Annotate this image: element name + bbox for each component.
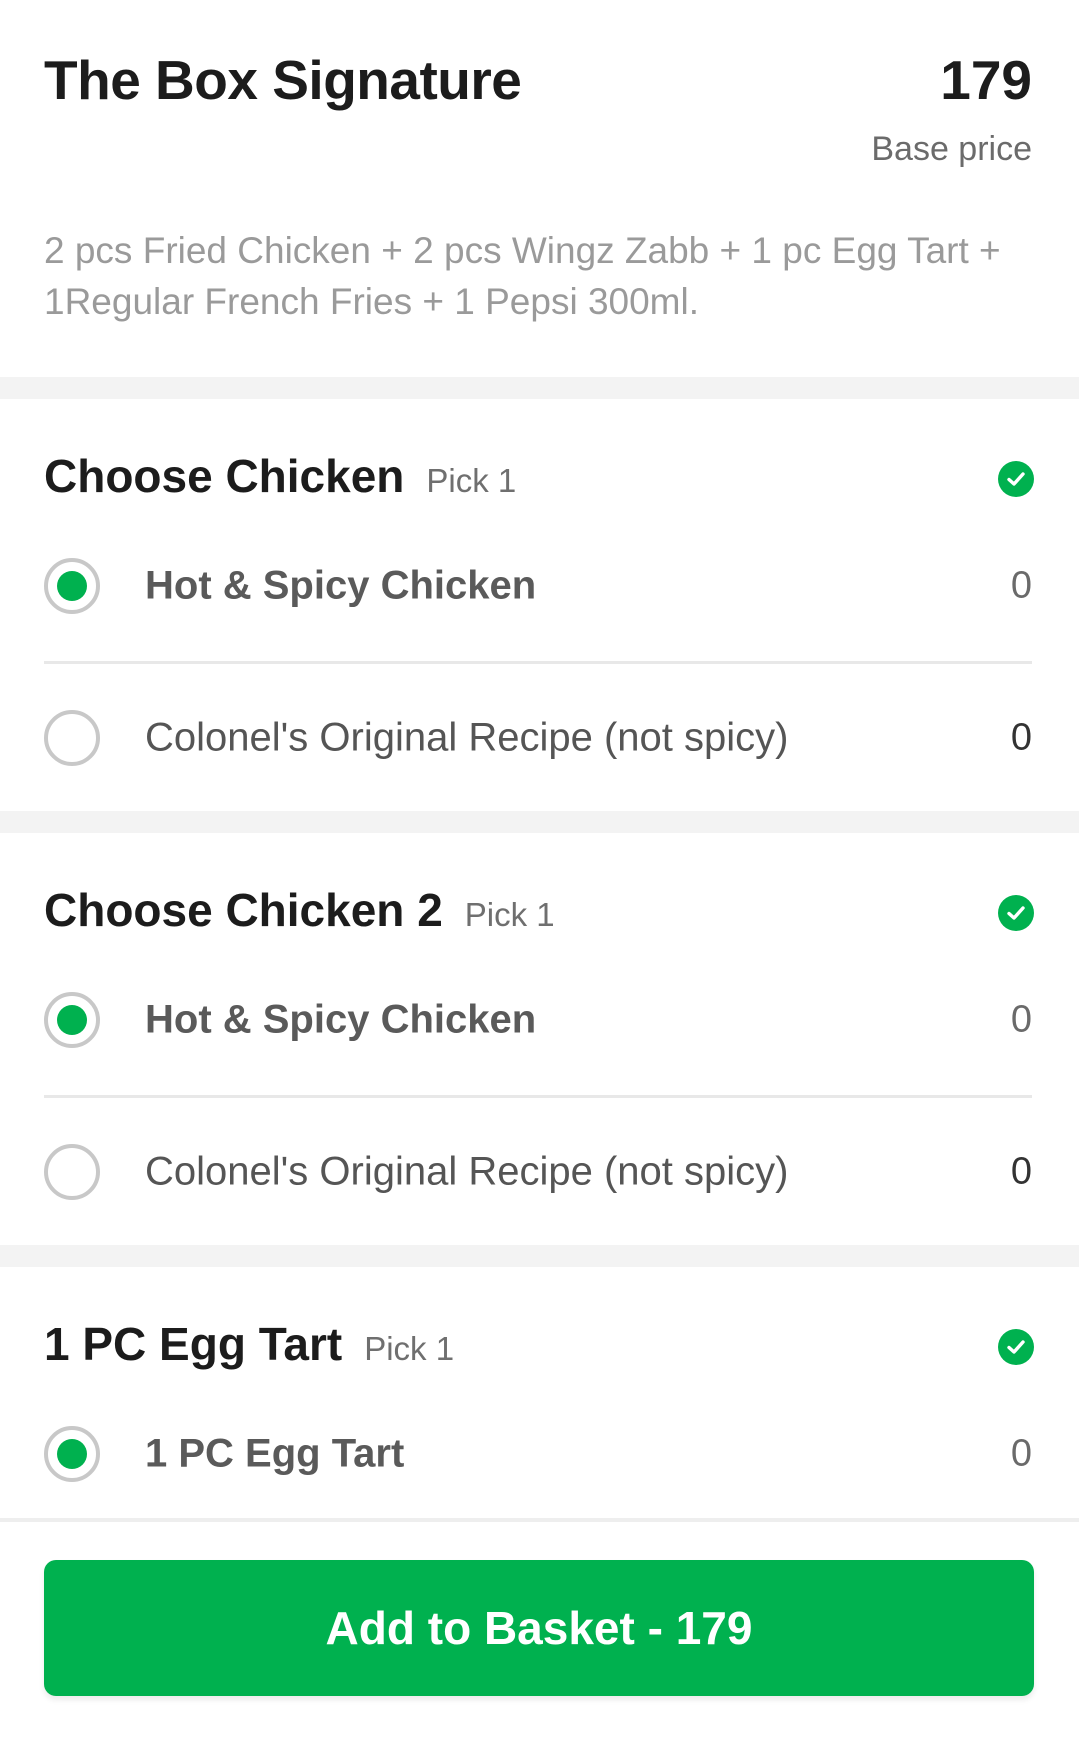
option-group-title: Choose Chicken 2: [44, 884, 443, 936]
option-price: 0: [1010, 1150, 1032, 1193]
option-label: Hot & Spicy Chicken: [145, 997, 537, 1042]
option-group-header: Choose Chicken 2 Pick 1: [44, 883, 555, 937]
product-price: 179: [940, 49, 1032, 111]
option-label: 1 PC Egg Tart: [145, 1431, 405, 1476]
option-label: Hot & Spicy Chicken: [145, 563, 537, 608]
bottom-action-bar: Add to Basket - 179: [0, 1518, 1079, 1744]
option-group-choose-chicken-2: Choose Chicken 2 Pick 1 Hot & Spicy Chic…: [0, 833, 1079, 1245]
check-circle-icon: [998, 895, 1034, 931]
radio-selected[interactable]: [44, 558, 100, 614]
pick-count-label: Pick 1: [364, 1330, 455, 1367]
check-circle-icon: [998, 1329, 1034, 1365]
check-circle-icon: [998, 461, 1034, 497]
option-row[interactable]: 1 PC Egg Tart 0: [0, 1379, 1079, 1529]
option-price: 0: [1010, 716, 1032, 759]
option-row[interactable]: Colonel's Original Recipe (not spicy) 0: [0, 663, 1079, 813]
product-description: 2 pcs Fried Chicken + 2 pcs Wingz Zabb +…: [44, 230, 1001, 322]
section-divider: [0, 811, 1079, 833]
radio-selected[interactable]: [44, 992, 100, 1048]
radio-unselected[interactable]: [44, 1144, 100, 1200]
option-price: 0: [1010, 998, 1032, 1041]
option-label: Colonel's Original Recipe (not spicy): [145, 715, 789, 760]
pick-count-label: Pick 1: [426, 462, 517, 499]
option-group-header: 1 PC Egg Tart Pick 1: [44, 1317, 454, 1371]
product-title: The Box Signature: [44, 49, 522, 111]
option-group-header: Choose Chicken Pick 1: [44, 449, 516, 503]
option-price: 0: [1010, 1432, 1032, 1475]
section-divider: [0, 377, 1079, 399]
option-row[interactable]: Hot & Spicy Chicken 0: [0, 945, 1079, 1095]
radio-selected[interactable]: [44, 1426, 100, 1482]
product-header: The Box Signature 179 Base price 2 pcs F…: [0, 0, 1079, 377]
add-to-basket-button[interactable]: Add to Basket - 179: [44, 1560, 1034, 1696]
option-label: Colonel's Original Recipe (not spicy): [145, 1149, 789, 1194]
base-price-label: Base price: [871, 130, 1032, 168]
option-group-title: Choose Chicken: [44, 450, 405, 502]
option-group-choose-chicken: Choose Chicken Pick 1 Hot & Spicy Chicke…: [0, 399, 1079, 811]
option-price: 0: [1010, 564, 1032, 607]
section-divider: [0, 1245, 1079, 1267]
option-group-title: 1 PC Egg Tart: [44, 1318, 343, 1370]
option-row[interactable]: Hot & Spicy Chicken 0: [0, 511, 1079, 661]
radio-unselected[interactable]: [44, 710, 100, 766]
option-group-egg-tart: 1 PC Egg Tart Pick 1 1 PC Egg Tart 0: [0, 1267, 1079, 1518]
option-row[interactable]: Colonel's Original Recipe (not spicy) 0: [0, 1097, 1079, 1247]
pick-count-label: Pick 1: [464, 896, 555, 933]
